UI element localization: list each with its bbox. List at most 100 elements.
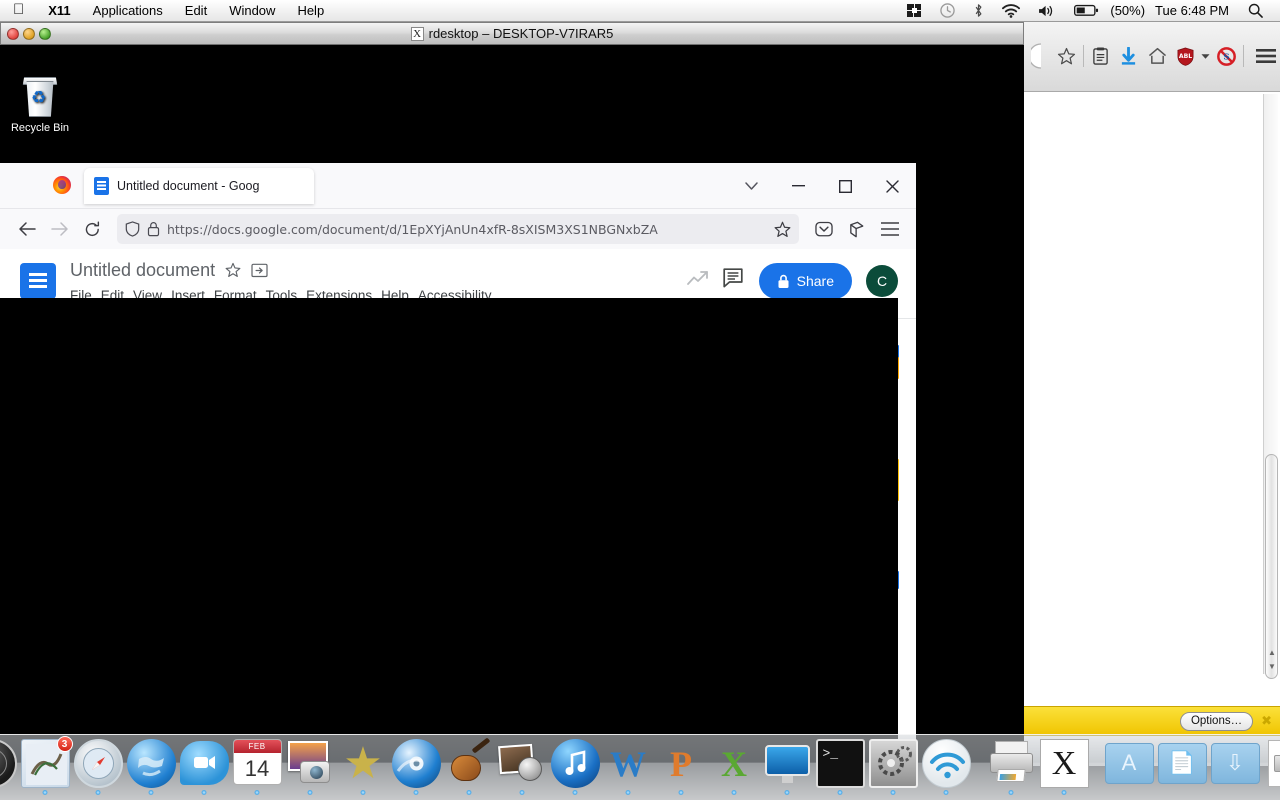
running-indicator <box>1008 790 1014 795</box>
mac-menu-bar:  X11 Applications Edit Window Help <box>0 0 1280 22</box>
bookmark-star-icon[interactable] <box>1052 40 1080 72</box>
battery-icon[interactable] <box>1065 4 1108 17</box>
maximize-icon[interactable] <box>822 163 868 209</box>
home-icon[interactable] <box>1143 40 1171 72</box>
menu-item-edit[interactable]: Edit <box>174 3 218 18</box>
camera-body <box>299 761 330 783</box>
url-text[interactable]: https://docs.google.com/document/d/1EpXY… <box>167 222 767 237</box>
adblock-icon[interactable]: ABL <box>1171 40 1199 72</box>
move-to-folder-icon[interactable] <box>251 263 268 278</box>
dock-item-disk-document[interactable] <box>1264 739 1280 788</box>
calendar-month-label: FEB <box>233 740 281 754</box>
dock-item-ical[interactable]: FEB 14 <box>232 739 282 795</box>
dock-item-garageband[interactable] <box>445 737 494 795</box>
menu-item-applications[interactable]: Applications <box>82 3 174 18</box>
dock-item-screen-sharing[interactable] <box>763 739 812 795</box>
hamburger-menu-icon[interactable] <box>873 214 906 244</box>
document-title[interactable]: Untitled document <box>70 260 215 281</box>
camera-lens <box>517 757 542 781</box>
tracking-protection-shield-icon[interactable] <box>125 221 140 237</box>
adblock-dropdown-icon[interactable] <box>1200 40 1212 72</box>
browser-tab[interactable]: Untitled document - Goog <box>84 168 314 204</box>
dock-stack-downloads[interactable]: ⇩ <box>1210 739 1260 788</box>
dock-item-itunes[interactable] <box>550 739 600 795</box>
menu-item-window[interactable]: Window <box>218 3 286 18</box>
dock-item-photo-booth[interactable] <box>497 739 547 795</box>
reading-list-icon[interactable] <box>1086 40 1114 72</box>
share-button[interactable]: Share <box>758 263 852 299</box>
scroll-up-icon[interactable]: ▲ <box>1266 646 1278 658</box>
star-icon[interactable] <box>225 262 241 278</box>
dock-item-ichat[interactable] <box>179 739 229 795</box>
x11-icon: X <box>410 26 424 41</box>
forward-arrow-icon[interactable] <box>43 214 76 244</box>
dock-item-imovie[interactable]: ★ <box>339 739 388 795</box>
scroll-down-icon[interactable]: ▼ <box>1266 660 1278 672</box>
powerpoint-p-icon: P <box>670 743 692 784</box>
dock-item-safari[interactable] <box>73 739 123 795</box>
dock-item-x11[interactable]: X <box>1039 739 1089 795</box>
dock-item-iphoto[interactable] <box>286 739 335 795</box>
recycle-symbol-icon: ♻ <box>31 88 47 107</box>
menu-item-x11[interactable]: X11 <box>37 3 81 18</box>
dock-item-microsoft-word[interactable]: W <box>604 739 653 795</box>
url-bar[interactable]: https://docs.google.com/document/d/1EpXY… <box>117 214 799 244</box>
dock-item-mail[interactable]: 3 <box>20 736 73 795</box>
calendar-date-label: 14 <box>244 755 270 781</box>
dock-item-terminal[interactable]: >_ <box>815 739 865 795</box>
keyboard-input-icon[interactable] <box>898 4 931 17</box>
running-indicator <box>95 790 101 795</box>
download-arrow-icon[interactable] <box>1114 40 1142 72</box>
noscript-icon[interactable]: S <box>1212 40 1240 72</box>
reload-icon[interactable] <box>76 214 109 244</box>
background-firefox-toolbar-icons: ABL S <box>1024 40 1280 72</box>
recycle-bin-desktop-icon[interactable]: ♻ Recycle Bin <box>8 75 72 134</box>
running-indicator <box>1061 790 1067 795</box>
dock-stack-documents[interactable]: 📄 <box>1157 739 1207 788</box>
star-icon[interactable] <box>774 221 791 238</box>
pocket-save-icon[interactable] <box>807 214 840 244</box>
running-indicator <box>731 790 737 795</box>
spotlight-search-icon[interactable] <box>1239 3 1272 18</box>
google-docs-icon[interactable] <box>20 263 56 299</box>
apple-logo-icon[interactable]:  <box>0 2 37 17</box>
close-icon[interactable] <box>868 163 916 209</box>
options-button[interactable]: Options… <box>1179 711 1254 731</box>
guitar-neck <box>471 737 490 754</box>
dock-item-printer[interactable] <box>987 739 1036 795</box>
dock-stack-applications[interactable]: A <box>1104 739 1154 788</box>
dock-item-system-preferences[interactable] <box>868 739 918 795</box>
rdesktop-title-bar[interactable]: X rdesktop – DESKTOP-V7IRAR5 <box>0 22 1024 45</box>
extensions-icon[interactable] <box>840 214 873 244</box>
background-firefox-scrollbar[interactable]: ▲ ▼ <box>1263 94 1278 679</box>
dock-item-dashboard[interactable] <box>0 739 17 788</box>
time-machine-icon[interactable] <box>931 3 964 18</box>
wifi-icon[interactable] <box>993 3 1029 18</box>
dock-item-globe[interactable] <box>126 739 176 795</box>
hamburger-menu-icon[interactable] <box>1252 40 1280 72</box>
firefox-window-controls <box>728 163 916 209</box>
dock-item-dvd-player[interactable] <box>391 739 441 795</box>
padlock-icon[interactable] <box>147 221 160 237</box>
battery-percent-label: (50%) <box>1110 3 1146 18</box>
bluetooth-icon[interactable] <box>964 3 993 18</box>
comment-history-icon[interactable] <box>722 268 745 294</box>
menu-clock[interactable]: Tue 6:48 PM <box>1145 3 1239 18</box>
terminal-prompt: >_ <box>822 746 839 761</box>
back-arrow-icon[interactable] <box>10 214 43 244</box>
dock-item-airport-utility[interactable] <box>921 739 971 795</box>
menu-item-help[interactable]: Help <box>286 3 335 18</box>
running-indicator <box>307 790 313 795</box>
chevron-down-icon[interactable] <box>728 163 774 209</box>
dock-item-microsoft-powerpoint[interactable]: P <box>657 739 706 795</box>
notification-close-icon[interactable]: ✖ <box>1261 713 1272 729</box>
background-firefox-window[interactable]: ABL S ▲ ▼ Options… ✖ <box>1024 22 1280 766</box>
monitor-stand <box>781 776 793 783</box>
activity-dashboard-icon[interactable] <box>686 270 709 293</box>
firefox-logo-icon <box>53 176 71 194</box>
avatar[interactable]: C <box>866 265 898 297</box>
background-firefox-page-content <box>1024 92 1280 706</box>
minimize-icon[interactable] <box>774 163 822 209</box>
dock-item-microsoft-excel[interactable]: X <box>710 739 759 795</box>
volume-icon[interactable] <box>1029 4 1065 18</box>
